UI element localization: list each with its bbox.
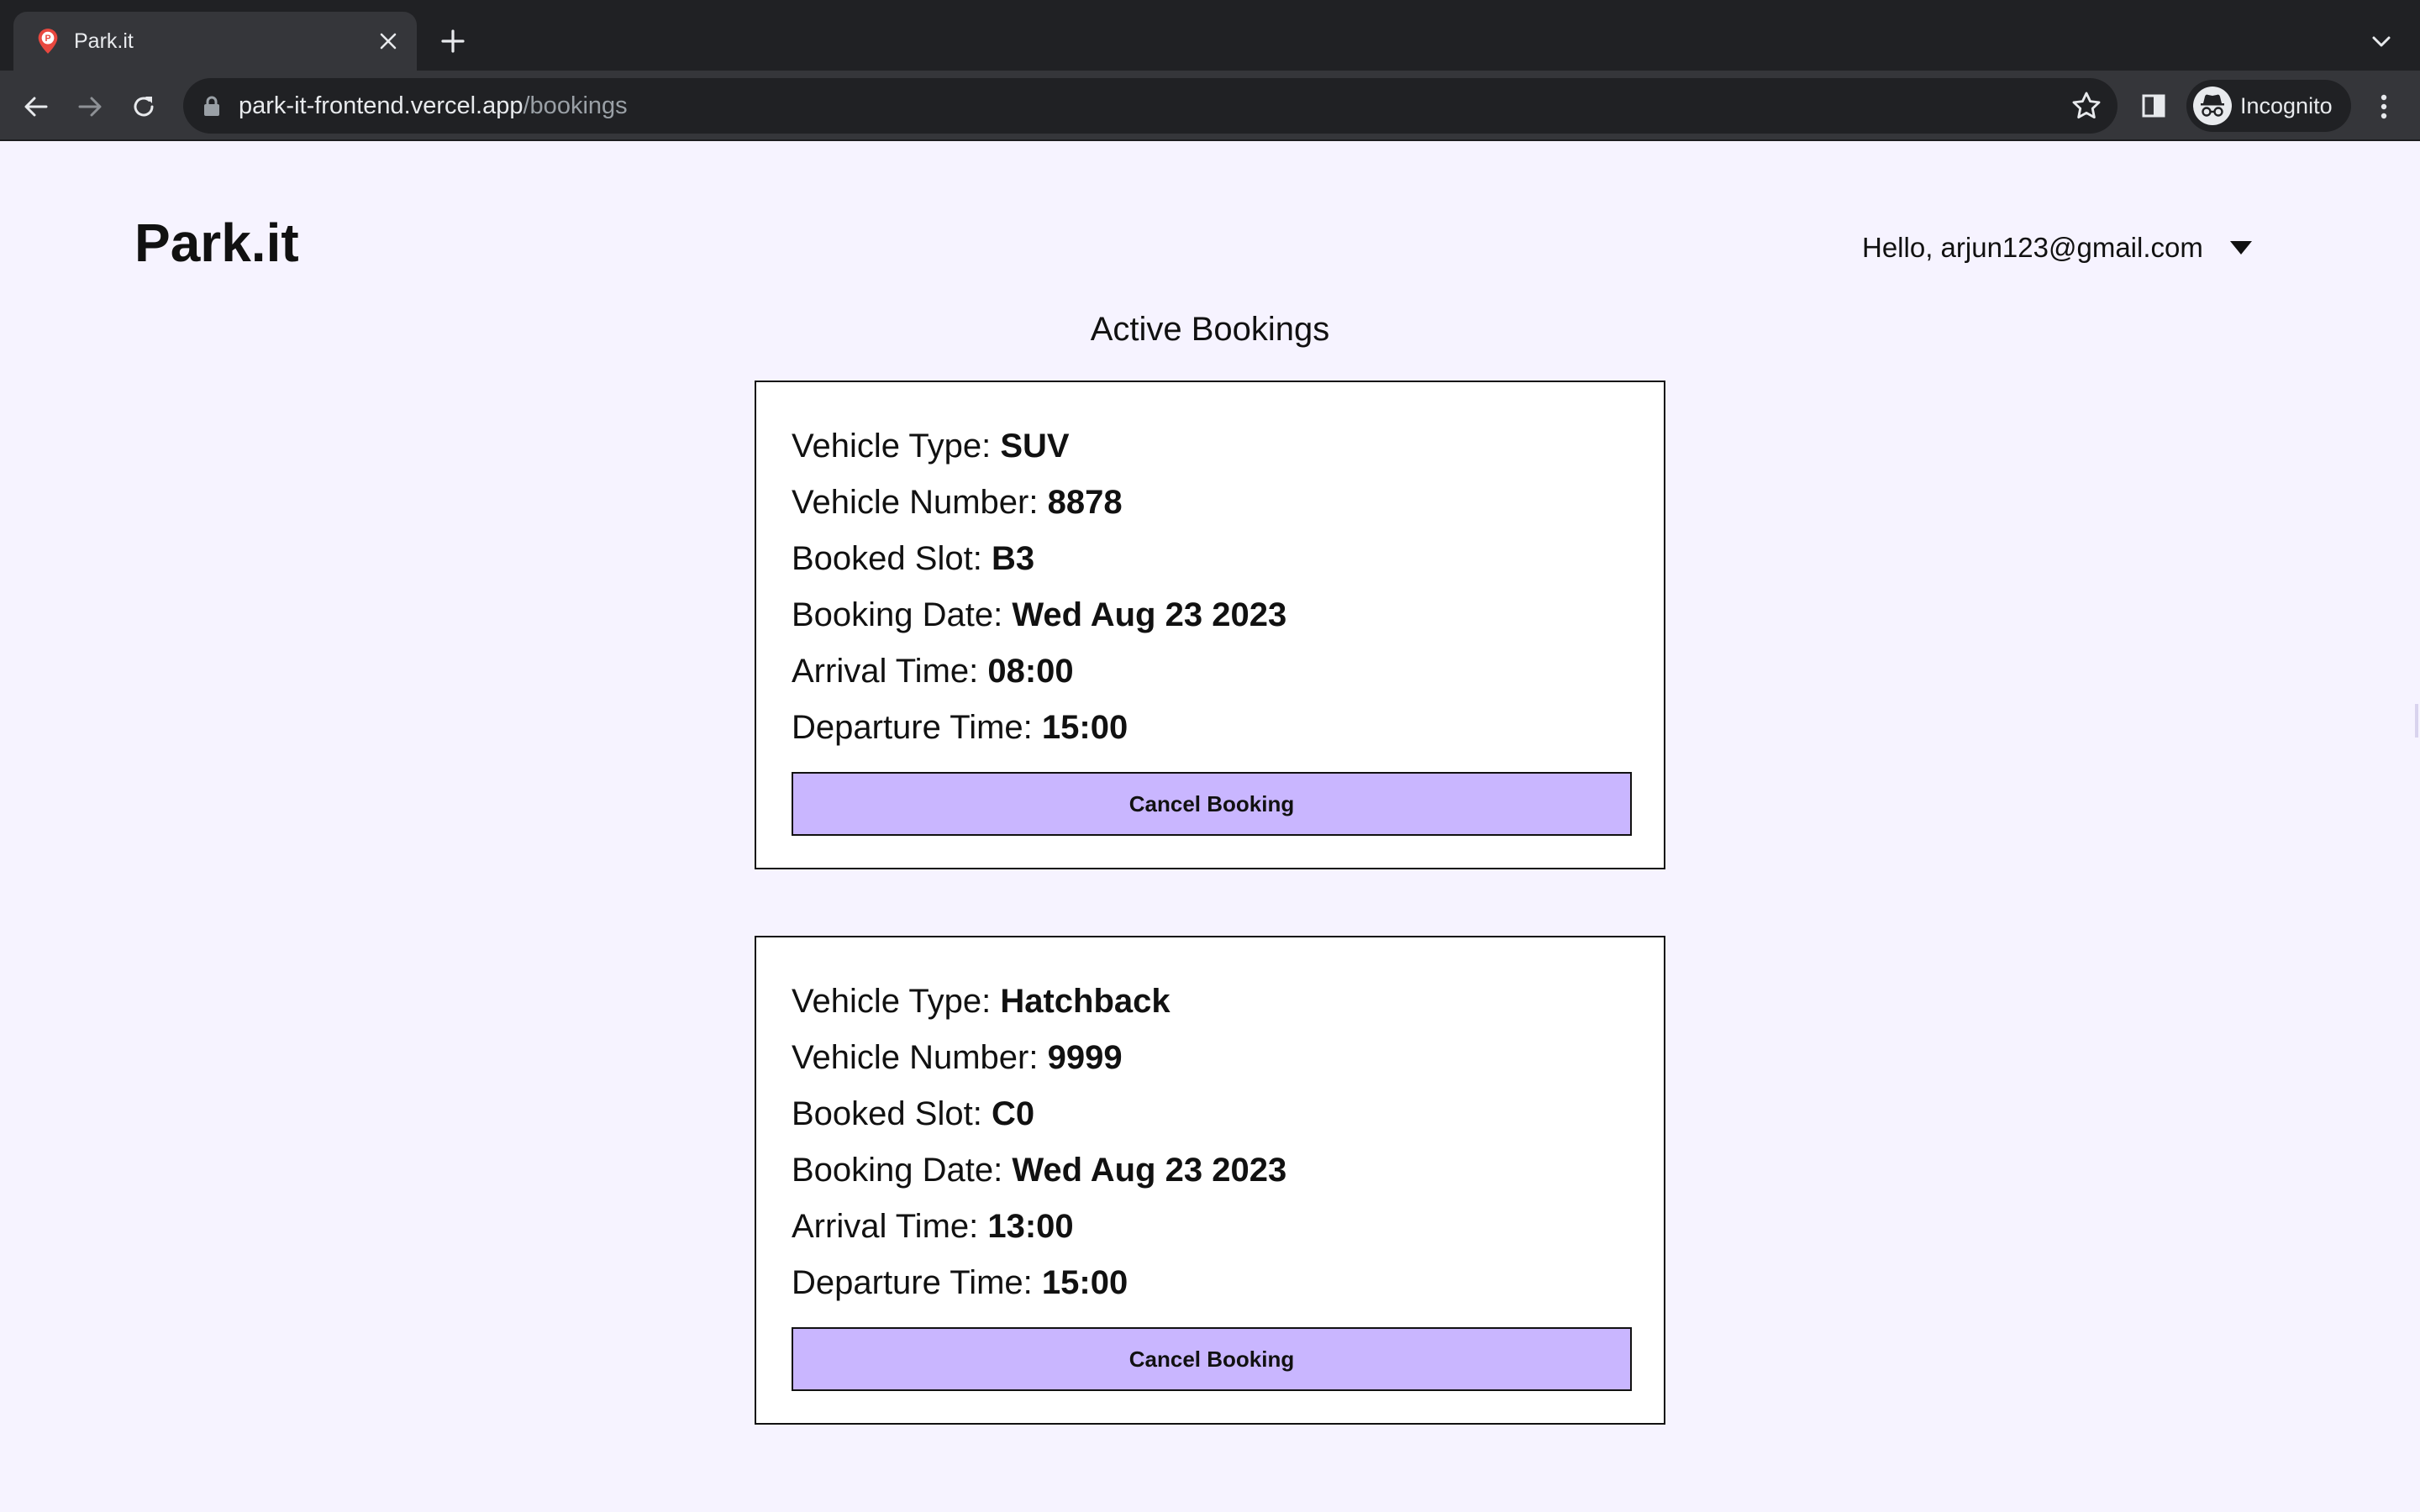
forward-arrow-icon xyxy=(78,97,102,117)
forward-button[interactable] xyxy=(71,87,109,126)
browser-toolbar: park-it-frontend.vercel.app/bookings Inc… xyxy=(0,71,2420,141)
reload-icon xyxy=(134,97,154,117)
side-panel-icon xyxy=(2142,94,2165,118)
booked-slot-row: Booked Slot: B3 xyxy=(792,540,1034,578)
browser-menu-button[interactable] xyxy=(2365,87,2403,126)
vehicle-number-row: Vehicle Number: 8878 xyxy=(792,484,1123,522)
back-arrow-icon xyxy=(24,97,48,117)
vehicle-number-label: Vehicle Number: xyxy=(792,484,1048,521)
departure-time-row: Departure Time: 15:00 xyxy=(792,709,1128,747)
booking-date-label: Booking Date: xyxy=(792,1152,1013,1189)
caret-down-icon[interactable] xyxy=(2229,241,2252,255)
cancel-booking-button[interactable]: Cancel Booking xyxy=(792,1327,1632,1391)
cancel-booking-button[interactable]: Cancel Booking xyxy=(792,772,1632,836)
vehicle-number-value: 9999 xyxy=(1047,1039,1123,1076)
departure-time-value: 15:00 xyxy=(1041,709,1128,746)
booking-date-value: Wed Aug 23 2023 xyxy=(1012,596,1287,633)
url-text[interactable]: park-it-frontend.vercel.app/bookings xyxy=(239,78,628,134)
plus-icon xyxy=(441,29,465,53)
departure-time-label: Departure Time: xyxy=(792,709,1042,746)
arrival-time-value: 08:00 xyxy=(987,653,1074,690)
page-viewport: Park.it Hello, arjun123@gmail.com Active… xyxy=(0,143,2420,1512)
chevron-down-icon xyxy=(2372,36,2391,47)
star-icon[interactable] xyxy=(2070,90,2102,122)
kebab-menu-icon xyxy=(2381,94,2387,119)
vehicle-type-row: Vehicle Type: Hatchback xyxy=(792,983,1171,1021)
url-path: /bookings xyxy=(523,92,628,119)
address-bar[interactable]: park-it-frontend.vercel.app/bookings xyxy=(183,78,2118,134)
user-menu[interactable]: Hello, arjun123@gmail.com xyxy=(1862,227,2252,269)
booked-slot-value: B3 xyxy=(991,540,1035,577)
vehicle-number-value: 8878 xyxy=(1047,484,1123,521)
vehicle-type-label: Vehicle Type: xyxy=(792,428,1001,465)
arrival-time-label: Arrival Time: xyxy=(792,653,988,690)
departure-time-label: Departure Time: xyxy=(792,1264,1042,1301)
tab-search-button[interactable] xyxy=(2363,24,2400,60)
profile-button[interactable]: Incognito xyxy=(2186,80,2351,132)
vehicle-type-row: Vehicle Type: SUV xyxy=(792,428,1070,465)
close-icon[interactable] xyxy=(371,24,405,58)
park-it-pin-icon: P xyxy=(38,29,58,54)
departure-time-row: Departure Time: 15:00 xyxy=(792,1264,1128,1302)
brand-logo[interactable]: Park.it xyxy=(134,212,299,274)
booking-date-value: Wed Aug 23 2023 xyxy=(1012,1152,1287,1189)
profile-label: Incognito xyxy=(2240,93,2333,118)
scroll-edge-indicator xyxy=(2415,704,2418,738)
tab-title: Park.it xyxy=(74,29,134,53)
arrival-time-label: Arrival Time: xyxy=(792,1208,988,1245)
booked-slot-label: Booked Slot: xyxy=(792,1095,992,1132)
reload-button[interactable] xyxy=(124,87,163,126)
booking-card: Vehicle Type: SUV Vehicle Number: 8878 B… xyxy=(755,381,1665,869)
booking-date-row: Booking Date: Wed Aug 23 2023 xyxy=(792,596,1286,634)
arrival-time-row: Arrival Time: 08:00 xyxy=(792,653,1074,690)
browser-tabstrip: P Park.it xyxy=(0,0,2420,71)
page-title: Active Bookings xyxy=(1090,311,1330,348)
side-panel-button[interactable] xyxy=(2134,87,2173,125)
booking-card: Vehicle Type: Hatchback Vehicle Number: … xyxy=(755,936,1665,1425)
browser-tab-active[interactable]: P Park.it xyxy=(13,12,417,71)
new-tab-button[interactable] xyxy=(434,22,472,60)
svg-text:P: P xyxy=(45,34,50,44)
departure-time-value: 15:00 xyxy=(1041,1264,1128,1301)
vehicle-number-label: Vehicle Number: xyxy=(792,1039,1048,1076)
booking-date-row: Booking Date: Wed Aug 23 2023 xyxy=(792,1152,1286,1189)
vehicle-type-label: Vehicle Type: xyxy=(792,983,1001,1020)
arrival-time-value: 13:00 xyxy=(987,1208,1074,1245)
vehicle-number-row: Vehicle Number: 9999 xyxy=(792,1039,1123,1077)
vehicle-type-value: Hatchback xyxy=(1000,983,1171,1020)
booked-slot-label: Booked Slot: xyxy=(792,540,992,577)
lock-icon[interactable] xyxy=(202,95,222,117)
booking-date-label: Booking Date: xyxy=(792,596,1013,633)
incognito-icon xyxy=(2193,87,2232,125)
arrival-time-row: Arrival Time: 13:00 xyxy=(792,1208,1074,1246)
booked-slot-row: Booked Slot: C0 xyxy=(792,1095,1034,1133)
booked-slot-value: C0 xyxy=(991,1095,1035,1132)
back-button[interactable] xyxy=(17,87,55,126)
vehicle-type-value: SUV xyxy=(1000,428,1070,465)
url-host: park-it-frontend.vercel.app xyxy=(239,92,523,119)
user-greeting: Hello, arjun123@gmail.com xyxy=(1862,232,2203,263)
